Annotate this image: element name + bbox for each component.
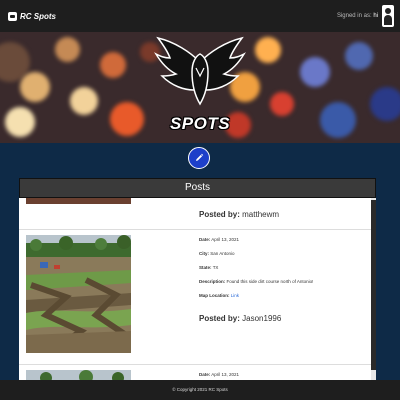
signed-in-user[interactable]: hi: [373, 13, 378, 19]
post-card: Posted by: matthewm: [19, 198, 371, 230]
city-label: City:: [199, 251, 209, 256]
post-details: Date: April 13, 2021 City: San Antonio S…: [199, 237, 313, 307]
post-image[interactable]: [26, 235, 131, 353]
map-link[interactable]: Link: [231, 293, 239, 298]
posted-by: Posted by: matthewm: [199, 210, 279, 219]
track-photo: [26, 370, 131, 380]
user-area: Signed in as: hi: [337, 5, 394, 27]
date-value: April 13, 2021: [211, 237, 240, 242]
posts-list[interactable]: Posted by: matthewm Date: April 13, 2021…: [19, 198, 376, 380]
brand-name: RC Spots: [20, 11, 56, 21]
track-photo: [26, 235, 131, 353]
scrollbar-thumb[interactable]: [371, 200, 376, 370]
signed-in-text: Signed in as: hi: [337, 13, 378, 19]
signed-in-label: Signed in as:: [336, 13, 372, 19]
post-map: Map Location: Link: [199, 293, 313, 298]
post-image[interactable]: [26, 198, 131, 204]
post-card: Date: April 13, 2021: [19, 365, 371, 380]
post-image[interactable]: [26, 370, 131, 380]
posted-by-user[interactable]: Jason1996: [242, 314, 281, 323]
add-post-button[interactable]: [188, 147, 210, 169]
pencil-icon: [196, 153, 204, 161]
footer: © Copyright 2021 RC Spots: [0, 380, 400, 400]
posted-by-label: Posted by:: [199, 314, 240, 323]
navbar: RC Spots Signed in as: hi: [0, 0, 400, 32]
date-value: April 13, 2021: [211, 372, 240, 377]
state-value: TX: [212, 265, 219, 270]
post-city: City: San Antonio: [199, 251, 313, 256]
rc-car-icon: [8, 11, 17, 21]
post-description: Description: Found this side dirt course…: [199, 279, 313, 284]
state-label: State:: [199, 265, 212, 270]
description-value: Found this side dirt course north of Ant…: [226, 279, 314, 284]
date-label: Date:: [199, 372, 211, 377]
post-date: Date: April 13, 2021: [199, 237, 313, 242]
post-date: Date: April 13, 2021: [199, 372, 239, 377]
posted-by: Posted by: Jason1996: [199, 314, 281, 323]
hero-banner: SPOTS: [0, 32, 400, 143]
description-label: Description:: [199, 279, 226, 284]
posts-header: Posts: [19, 178, 376, 198]
posted-by-label: Posted by:: [199, 210, 240, 219]
post-state: State: TX: [199, 265, 313, 270]
post-card: Date: April 13, 2021 City: San Antonio S…: [19, 230, 371, 365]
brand[interactable]: RC Spots: [8, 11, 56, 21]
map-label: Map Location:: [199, 293, 230, 298]
posted-by-user[interactable]: matthewm: [242, 210, 279, 219]
hero-title: SPOTS: [169, 114, 231, 133]
date-label: Date:: [199, 237, 211, 242]
posts-scrollbar[interactable]: [371, 198, 376, 380]
post-details: Date: April 13, 2021: [199, 372, 239, 380]
user-icon[interactable]: [382, 5, 394, 27]
city-value: San Antonio: [210, 251, 235, 256]
